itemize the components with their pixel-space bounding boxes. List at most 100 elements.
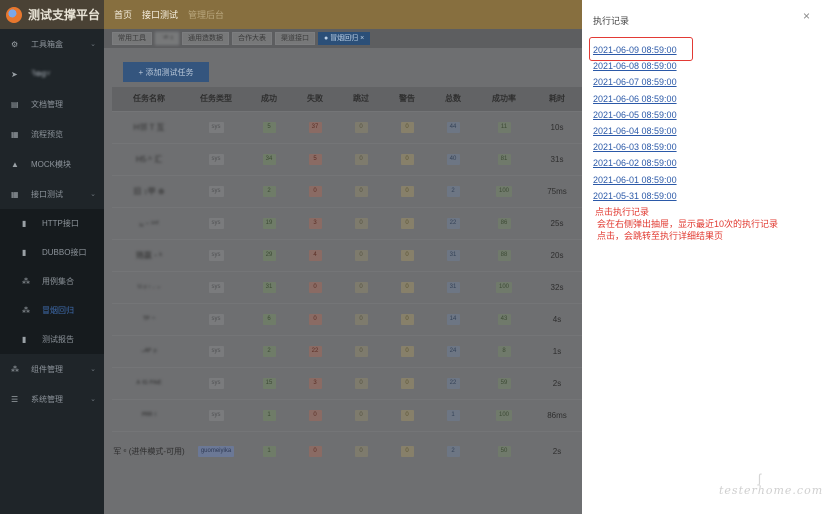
tab[interactable]: ● 冒烟回归 × [317, 32, 371, 45]
task-type-badge: sys [208, 314, 224, 325]
column-header: 任务名称 [112, 87, 186, 111]
success-count: 29 [262, 250, 276, 261]
table-row[interactable]: ᵕᴬᴾ ᵖ sys 2 22 0 0 24 8 1s [112, 334, 582, 367]
total-count-cell: 44 [430, 110, 476, 143]
nav-home[interactable]: 首页 [114, 8, 132, 21]
success-count-cell: 5 [246, 110, 292, 143]
execution-record-link[interactable]: 2021-06-07 08:59:00 [593, 74, 677, 90]
column-header: 警告 [384, 87, 430, 111]
sidebar-item[interactable]: ⁂ 冒烟回归 [0, 296, 104, 325]
table-row[interactable]: ᴬ ᴵᴳ ᴾᴬᶦᴱ sys 15 3 0 0 22 59 2s [112, 366, 582, 399]
success-rate: 86 [497, 218, 511, 229]
sidebar-item[interactable]: ▤ 文档管理 [0, 89, 104, 119]
duration: 20s [550, 250, 564, 260]
column-header: 总数 [430, 87, 476, 111]
drawer-title: 执行记录 [593, 16, 630, 26]
nav-api-test[interactable]: 接口测试 [142, 8, 178, 21]
flow-icon: ▦ [11, 129, 19, 139]
sidebar-item[interactable]: ⁂ 组件管理 ⌄ [0, 354, 104, 384]
skip-count-cell: 0 [338, 430, 384, 471]
success-rate-cell: 8 [476, 334, 532, 367]
table-row[interactable]: ᵀᴾ ᵔ sys 6 0 0 0 14 43 4s [112, 302, 582, 335]
success-count-cell: 2 [246, 174, 292, 207]
failure-count-cell: 0 [292, 270, 338, 303]
app-title: 测试支撑平台 [28, 8, 101, 22]
success-count: 2 [262, 346, 276, 357]
duration: 2s [552, 378, 562, 388]
sidebar-item[interactable]: ▦ 接口测试 ⌄ [0, 179, 104, 209]
nav-admin[interactable]: 管理后台 [188, 8, 224, 21]
execution-record-link[interactable]: 2021-06-02 08:59:00 [593, 155, 677, 171]
task-name-cell: 旧 ↕甲 ⊕ [112, 174, 186, 207]
sidebar-item[interactable]: ➤ ꟻ𝗼𝐠˅ [0, 59, 104, 89]
execution-record-link[interactable]: 2021-06-09 08:59:00 [593, 42, 677, 58]
task-name: H邻 T 互 [133, 122, 165, 132]
tab[interactable]: 合作大表 [231, 32, 272, 45]
table-row[interactable]: ᵁ·ᵞ ᶦ · ᵕ sys 31 0 0 0 31 100 32s [112, 270, 582, 303]
duration-cell: 25s [532, 206, 582, 239]
tab[interactable]: 渠道接口 [274, 32, 315, 45]
execution-record-link[interactable]: 2021-06-08 08:59:00 [593, 58, 677, 74]
sidebar-item[interactable]: ▮ HTTP接口 [0, 209, 104, 238]
table-row[interactable]: ᵢᵤ ᵕ ᵘⁿᵗ sys 19 3 0 0 22 86 25s [112, 206, 582, 239]
sidebar-item-label: HTTP接口 [42, 219, 79, 228]
skip-count-cell: 0 [338, 174, 384, 207]
execution-record-link[interactable]: 2021-06-03 08:59:00 [593, 139, 677, 155]
success-count: 5 [262, 122, 276, 133]
close-icon[interactable]: × [803, 9, 810, 23]
failure-count-cell: 37 [292, 110, 338, 143]
duration-cell: 20s [532, 238, 582, 271]
failure-count: 37 [308, 122, 322, 133]
sidebar-item-label: 测试报告 [42, 335, 74, 344]
sidebar-item[interactable]: ☰ 系统管理 ⌄ [0, 384, 104, 414]
sidebar-item[interactable]: ▮ 测试报告 [0, 325, 104, 354]
duration: 75ms [547, 186, 567, 196]
execution-record-link[interactable]: 2021-05-31 08:59:00 [593, 188, 677, 204]
warning-count-cell: 0 [384, 430, 430, 471]
table-row[interactable]: 军 ᵉ (进件模式-可用) guomeiyika 1 0 0 0 2 50 2s [112, 430, 582, 471]
sidebar-item[interactable]: ⁂ 用例集合 [0, 267, 104, 296]
task-type-badge: sys [208, 282, 224, 293]
tab[interactable]: 常用工具 [112, 32, 152, 45]
sidebar-item[interactable]: ▦ 流程预览 [0, 119, 104, 149]
table-row[interactable]: H5·ʰ 汇 sys 34 5 0 0 40 81 31s [112, 142, 582, 175]
table-row[interactable]: 旧 ↕甲 ⊕ sys 2 0 0 0 2 100 75ms [112, 174, 582, 207]
add-test-task-button[interactable]: + 添加测试任务 [123, 62, 209, 82]
table-row[interactable]: H邻 T 互 sys 5 37 0 0 44 11 10s [112, 110, 582, 143]
tab-bar: 常用工具 ˙ᵃʰ ᵡ 通用造数据 合作大表 渠道接口 ● 冒烟回归 × [104, 29, 582, 48]
duration-cell: 31s [532, 142, 582, 175]
total-count-cell: 14 [430, 302, 476, 335]
tab[interactable]: ˙ᵃʰ ᵡ [155, 32, 179, 45]
failure-count-cell: 0 [292, 302, 338, 335]
duration: 4s [552, 314, 562, 324]
failure-count-cell: 5 [292, 142, 338, 175]
success-rate: 59 [497, 378, 511, 389]
execution-record-link[interactable]: 2021-06-01 08:59:00 [593, 172, 677, 188]
task-type-badge: sys [208, 250, 224, 261]
success-rate-cell: 59 [476, 366, 532, 399]
duration-cell: 2s [532, 430, 582, 471]
sidebar: ⚙ 工具箱盒 ⌄ ➤ ꟻ𝗼𝐠˅ ▤ 文档管理 ▦ 流程预览 ▲ MOCK模块 ▦ 接口测试 ⌄ ▮ HTTP接… [0, 29, 104, 514]
success-rate: 8 [497, 346, 511, 357]
execution-record-link[interactable]: 2021-06-04 08:59:00 [593, 123, 677, 139]
logo-zone: 测试支撑平台 [0, 0, 104, 29]
sidebar-item[interactable]: ⚙ 工具箱盒 ⌄ [0, 29, 104, 59]
success-count-cell: 31 [246, 270, 292, 303]
task-type-badge-cell: sys [186, 302, 246, 335]
skip-count-cell: 0 [338, 110, 384, 143]
success-rate: 100 [495, 186, 512, 197]
main-content: 常用工具 ˙ᵃʰ ᵡ 通用造数据 合作大表 渠道接口 ● 冒烟回归 × + 添加测试任务 … [104, 29, 582, 514]
table-row[interactable]: ᴾᴿᴿ ᴵ sys 1 0 0 0 1 100 86ms [112, 398, 582, 431]
sidebar-item[interactable]: ▮ DUBBO接口 [0, 238, 104, 267]
tab[interactable]: 通用造数据 [181, 32, 229, 45]
sidebar-item[interactable]: ▲ MOCK模块 [0, 149, 104, 179]
task-type-badge-cell: sys [186, 110, 246, 143]
chevron-down-icon: ⌄ [90, 41, 96, 48]
table-row[interactable]: 赂赢 ᵕ ᵏ sys 29 4 0 0 31 88 20s [112, 238, 582, 271]
execution-record-link[interactable]: 2021-06-05 08:59:00 [593, 107, 677, 123]
duration: 10s [550, 122, 564, 132]
success-count-cell: 1 [246, 398, 292, 431]
execution-record-link[interactable]: 2021-06-06 08:59:00 [593, 91, 677, 107]
task-type-badge-cell: sys [186, 142, 246, 175]
sidebar-item-label: ꟻ𝗼𝐠˅ [31, 69, 51, 78]
